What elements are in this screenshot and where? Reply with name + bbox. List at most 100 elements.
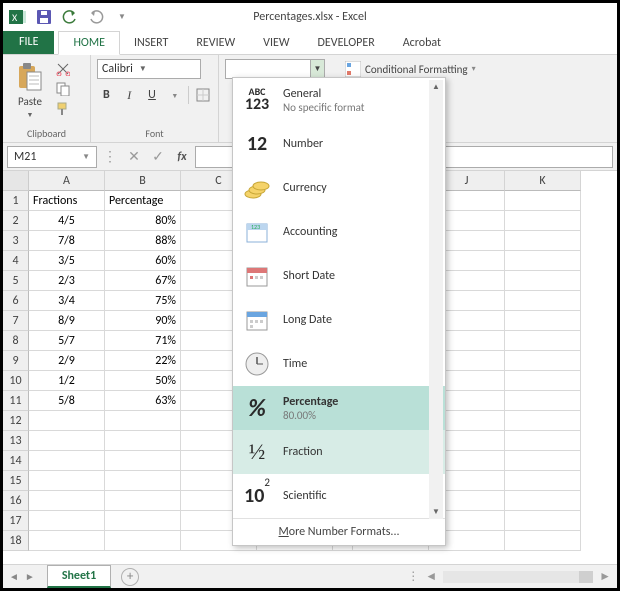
nf-item-scientific[interactable]: 102 Scientific	[233, 474, 445, 518]
cell[interactable]	[505, 471, 581, 491]
cell[interactable]: 7/8	[29, 231, 105, 251]
nf-item-fraction[interactable]: ½ Fraction	[233, 430, 445, 474]
cell[interactable]	[505, 191, 581, 211]
sheet-tab-active[interactable]: Sheet1	[47, 565, 111, 588]
column-header[interactable]: K	[505, 171, 581, 191]
bold-button[interactable]: B	[97, 85, 116, 105]
cell[interactable]	[105, 471, 181, 491]
row-header[interactable]: 11	[3, 391, 29, 411]
row-header[interactable]: 10	[3, 371, 29, 391]
name-box-dd-icon[interactable]: ▼	[82, 152, 90, 162]
cell[interactable]	[105, 451, 181, 471]
tab-view[interactable]: VIEW	[249, 32, 303, 54]
font-name-combo[interactable]: Calibri▼	[97, 59, 201, 79]
number-format-dd-button[interactable]: ▼	[310, 60, 324, 78]
cell[interactable]	[29, 491, 105, 511]
row-header[interactable]: 18	[3, 531, 29, 551]
tab-home[interactable]: HOME	[58, 31, 120, 55]
row-header[interactable]: 14	[3, 451, 29, 471]
row-header[interactable]: 15	[3, 471, 29, 491]
cell[interactable]	[505, 291, 581, 311]
hscroll-right-icon[interactable]: ►	[599, 569, 611, 584]
row-header[interactable]: 13	[3, 431, 29, 451]
hscroll-track[interactable]	[443, 571, 593, 583]
cell[interactable]: 67%	[105, 271, 181, 291]
sheet-nav[interactable]: ◄ ►	[9, 570, 35, 583]
borders-button[interactable]	[193, 85, 212, 105]
cell[interactable]: 8/9	[29, 311, 105, 331]
cell[interactable]: 3/4	[29, 291, 105, 311]
cell[interactable]	[505, 431, 581, 451]
number-format-combo[interactable]: ▼	[225, 59, 325, 79]
italic-button[interactable]: I	[120, 85, 139, 105]
scroll-down-icon[interactable]: ▼	[432, 505, 440, 519]
undo-icon[interactable]	[59, 6, 81, 28]
new-sheet-button[interactable]: +	[121, 568, 139, 586]
cell[interactable]: 22%	[105, 351, 181, 371]
conditional-formatting-button[interactable]: Conditional Formatting▾	[345, 61, 611, 77]
cell[interactable]: 50%	[105, 371, 181, 391]
tab-split-icon[interactable]: ⋮	[407, 569, 419, 584]
cancel-formula-icon[interactable]: ✕	[123, 146, 145, 168]
cell[interactable]	[105, 491, 181, 511]
cell[interactable]: 3/5	[29, 251, 105, 271]
cell[interactable]	[505, 371, 581, 391]
cell[interactable]: Fractions	[29, 191, 105, 211]
nf-item-accounting[interactable]: 123 Accounting	[233, 210, 445, 254]
cell[interactable]	[505, 491, 581, 511]
menu-scrollbar[interactable]: ▲ ▼	[429, 80, 443, 519]
row-header[interactable]: 2	[3, 211, 29, 231]
row-header[interactable]: 7	[3, 311, 29, 331]
cell[interactable]	[105, 511, 181, 531]
cell[interactable]: 80%	[105, 211, 181, 231]
cell[interactable]: 90%	[105, 311, 181, 331]
column-header[interactable]: B	[105, 171, 181, 191]
cell[interactable]	[505, 511, 581, 531]
cell[interactable]	[29, 451, 105, 471]
insert-function-icon[interactable]: fx	[171, 146, 193, 168]
cell[interactable]	[29, 471, 105, 491]
tab-acrobat[interactable]: Acrobat	[389, 32, 455, 54]
cell[interactable]	[29, 411, 105, 431]
cell[interactable]	[29, 431, 105, 451]
cell[interactable]	[505, 231, 581, 251]
nf-item-percentage[interactable]: % Percentage80.00%	[233, 386, 445, 430]
underline-dd-icon[interactable]: ▼	[165, 85, 184, 105]
more-number-formats-link[interactable]: More Number Formats...	[233, 518, 445, 545]
cell[interactable]	[505, 271, 581, 291]
accept-formula-icon[interactable]: ✓	[147, 146, 169, 168]
select-all-corner[interactable]	[3, 171, 29, 191]
cell[interactable]	[505, 351, 581, 371]
underline-button[interactable]: U	[143, 85, 162, 105]
cell[interactable]	[29, 511, 105, 531]
column-header[interactable]: A	[29, 171, 105, 191]
hscroll-thumb[interactable]	[579, 571, 593, 583]
cell[interactable]	[505, 251, 581, 271]
nf-item-number[interactable]: 12 Number	[233, 122, 445, 166]
row-header[interactable]: 3	[3, 231, 29, 251]
paste-button[interactable]: Paste ▼	[9, 59, 51, 127]
row-header[interactable]: 16	[3, 491, 29, 511]
nf-item-time[interactable]: Time	[233, 342, 445, 386]
cell[interactable]: 5/8	[29, 391, 105, 411]
hscroll-left-icon[interactable]: ◄	[425, 569, 437, 584]
cell[interactable]: 71%	[105, 331, 181, 351]
cell[interactable]: 5/7	[29, 331, 105, 351]
name-box[interactable]: M21 ▼	[7, 146, 97, 168]
cell[interactable]	[505, 531, 581, 551]
cell[interactable]	[505, 411, 581, 431]
row-header[interactable]: 8	[3, 331, 29, 351]
sheet-nav-prev-icon[interactable]: ◄	[9, 570, 19, 583]
cell[interactable]: 88%	[105, 231, 181, 251]
cell[interactable]: Percentage	[105, 191, 181, 211]
cell[interactable]	[505, 391, 581, 411]
tab-review[interactable]: REVIEW	[182, 32, 249, 54]
row-header[interactable]: 1	[3, 191, 29, 211]
row-header[interactable]: 4	[3, 251, 29, 271]
save-icon[interactable]	[33, 6, 55, 28]
cell[interactable]: 4/5	[29, 211, 105, 231]
cut-icon[interactable]	[55, 61, 71, 77]
cell[interactable]: 63%	[105, 391, 181, 411]
nf-item-short-date[interactable]: Short Date	[233, 254, 445, 298]
copy-icon[interactable]	[55, 81, 71, 97]
